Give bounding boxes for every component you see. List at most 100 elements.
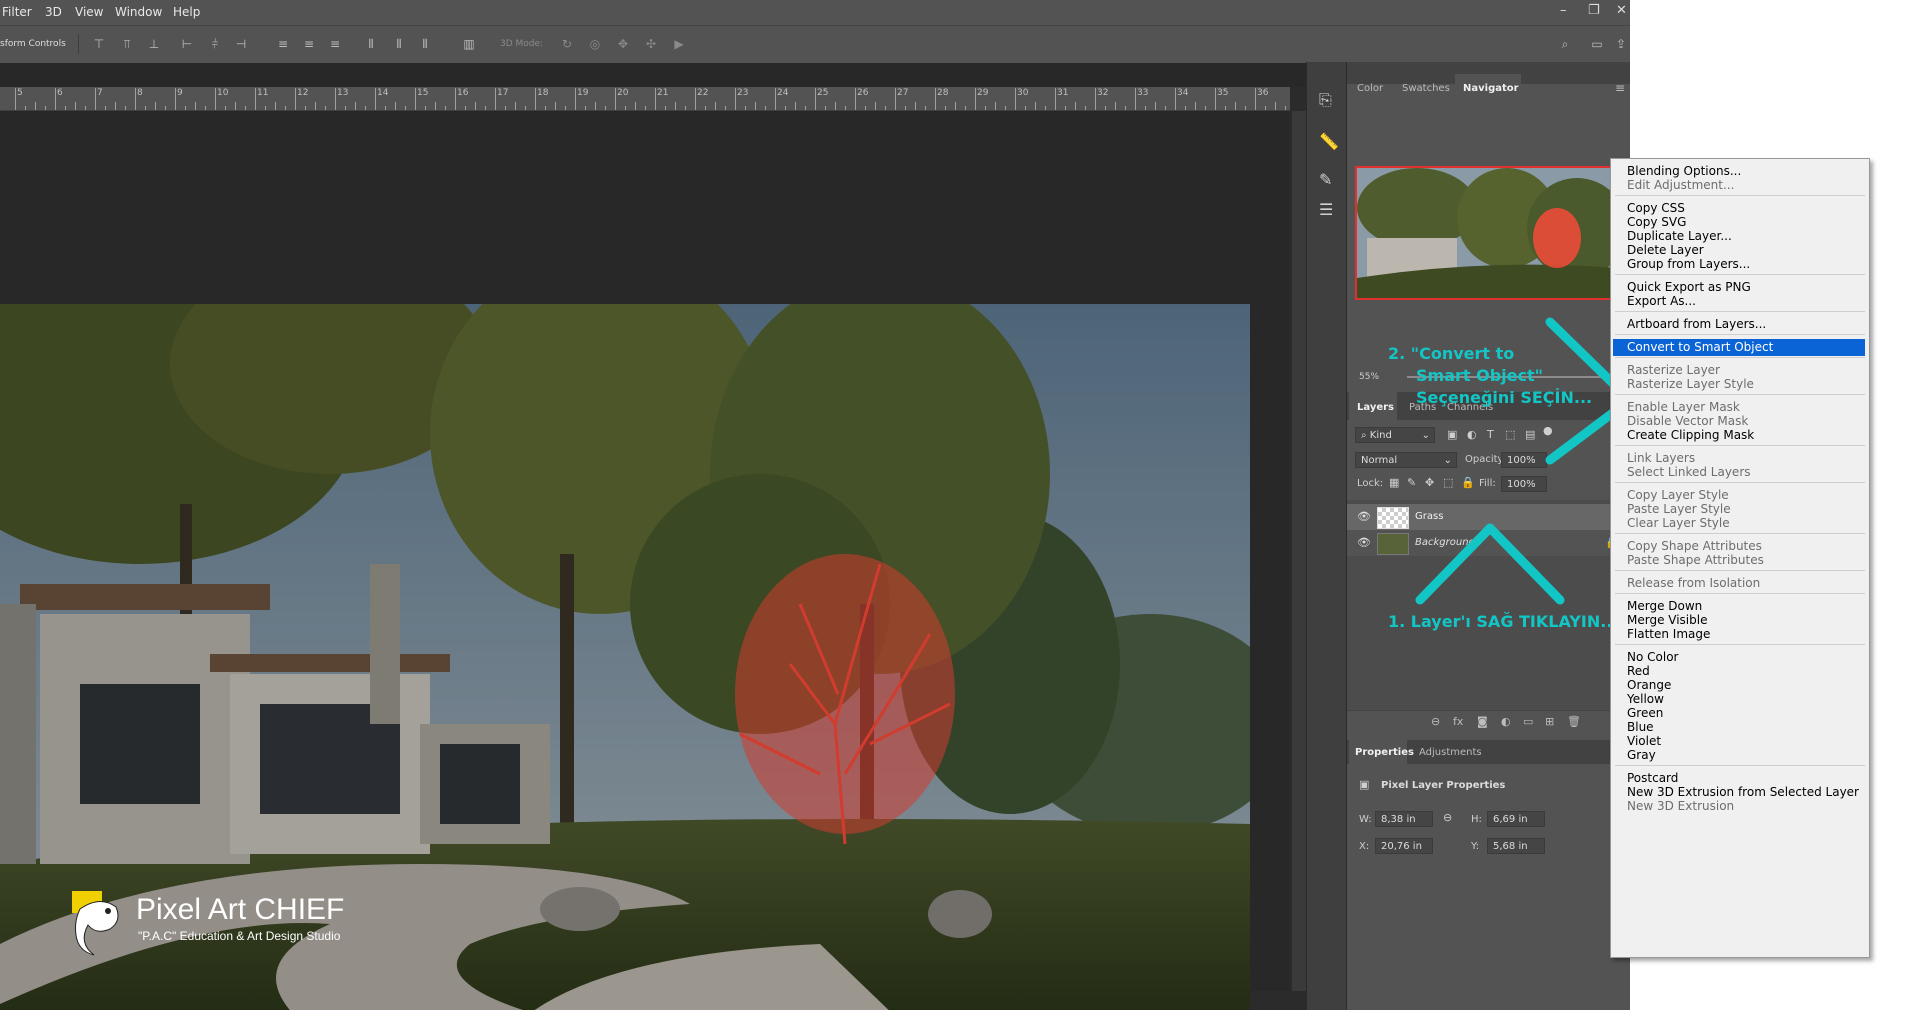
3d-roll-icon[interactable]: ◎ [588,37,602,51]
menu-filter[interactable]: Filter [2,5,32,19]
link-layers-icon[interactable]: ⊖ [1431,715,1440,728]
align-top-icon[interactable]: ⊤ [92,37,106,51]
menu-separator [1615,482,1865,483]
link-dimensions-icon[interactable]: ⊖ [1443,811,1452,824]
menu-item-gray[interactable]: Gray [1627,748,1656,762]
menu-item-artboard-from-layers[interactable]: Artboard from Layers... [1627,317,1766,331]
ruler-tick-label: 11 [257,88,269,98]
menu-item-create-clipping-mask[interactable]: Create Clipping Mask [1627,428,1754,442]
menu-item-no-color[interactable]: No Color [1627,650,1678,664]
menu-item-flatten-image[interactable]: Flatten Image [1627,627,1710,641]
3d-pan-icon[interactable]: ✥ [616,37,630,51]
canvas-area[interactable]: Pixel Art CHIEF "P.A.C" Education & Art … [0,111,1290,1010]
add-mask-icon[interactable]: ◙ [1477,715,1488,728]
menu-item-rasterize-layer: Rasterize Layer [1627,363,1720,377]
delete-layer-icon[interactable]: 🗑 [1567,715,1581,728]
menu-item-duplicate-layer[interactable]: Duplicate Layer... [1627,229,1732,243]
menu-item-delete-layer[interactable]: Delete Layer [1627,243,1704,257]
tab-navigator[interactable]: Navigator [1463,83,1519,94]
align-hcenter-icon[interactable]: ⫩ [208,37,222,51]
menu-item-paste-shape-attributes: Paste Shape Attributes [1627,553,1764,567]
w-value: 8,38 in [1381,814,1416,825]
menu-item-postcard[interactable]: Postcard [1627,771,1678,785]
menu-item-new-3d-extrusion-from-selected-layer[interactable]: New 3D Extrusion from Selected Layer [1627,785,1859,799]
3d-slide-icon[interactable]: ✣ [644,37,658,51]
navigator-zoom-value[interactable]: 55% [1359,372,1379,382]
transform-controls-label[interactable]: sform Controls [0,39,66,49]
distribute-bottom-icon[interactable]: ≡ [328,37,342,51]
ruler-minor-tick [1155,102,1156,110]
close-button[interactable]: ✕ [1616,3,1627,18]
restore-button[interactable]: ❐ [1588,3,1600,18]
align-right-icon[interactable]: ⊣ [234,37,248,51]
visibility-eye-icon[interactable]: 👁 [1357,536,1371,549]
menu-item-blue[interactable]: Blue [1627,720,1654,734]
menu-separator [1615,195,1865,196]
panel-menu-icon[interactable]: ≡ [1615,81,1625,95]
menu-item-yellow[interactable]: Yellow [1627,692,1664,706]
w-field[interactable]: 8,38 in [1375,811,1433,827]
menu-item-copy-css[interactable]: Copy CSS [1627,201,1685,215]
workspace-icon[interactable]: ▭ [1590,37,1604,51]
ruler-tool-icon[interactable]: 📏 [1319,132,1339,151]
new-adjustment-icon[interactable]: ◐ [1501,715,1511,728]
menu-item-blending-options[interactable]: Blending Options... [1627,164,1741,178]
ruler-minor-tick [1005,106,1006,110]
auto-align-icon[interactable]: ▥ [462,37,476,51]
menu-view[interactable]: View [75,5,103,19]
adjustments-sliders-icon[interactable]: ☰ [1319,200,1333,219]
distribute-right-icon[interactable]: ⫴ [418,37,432,51]
align-bottom-icon[interactable]: ⊥ [147,37,161,51]
tab-swatches[interactable]: Swatches [1402,83,1450,94]
distribute-top-icon[interactable]: ≡ [276,37,290,51]
tab-properties[interactable]: Properties [1355,747,1414,758]
menu-item-export-as[interactable]: Export As... [1627,294,1696,308]
menu-item-convert-to-smart-object[interactable]: Convert to Smart Object [1627,340,1773,354]
menu-window[interactable]: Window [115,5,162,19]
ruler-minor-tick [105,106,106,110]
menu-3d[interactable]: 3D [45,5,62,19]
x-field[interactable]: 20,76 in [1375,838,1433,854]
minimize-button[interactable]: – [1560,3,1567,18]
tab-color[interactable]: Color [1357,83,1383,94]
menu-item-quick-export-as-png[interactable]: Quick Export as PNG [1627,280,1751,294]
ruler-minor-tick [845,106,846,110]
menu-item-merge-down[interactable]: Merge Down [1627,599,1702,613]
menu-item-green[interactable]: Green [1627,706,1663,720]
arrow-up-shape [1415,523,1565,605]
distribute-left-icon[interactable]: ⫴ [364,37,378,51]
history-icon[interactable]: ⎘ [1319,90,1332,110]
brush-settings-icon[interactable]: ✎ [1319,170,1332,189]
ruler-tick-label: 19 [577,88,589,98]
menu-item-merge-visible[interactable]: Merge Visible [1627,613,1707,627]
new-group-icon[interactable]: ▭ [1523,715,1533,728]
menu-item-copy-svg[interactable]: Copy SVG [1627,215,1686,229]
menu-help[interactable]: Help [173,5,200,19]
3d-rotate-icon[interactable]: ↻ [560,37,574,51]
ruler-tick [255,88,256,110]
share-icon[interactable]: ⇪ [1614,37,1628,51]
menu-item-violet[interactable]: Violet [1627,734,1661,748]
ruler-tick [1255,88,1256,110]
menu-item-red[interactable]: Red [1627,664,1650,678]
fx-icon[interactable]: fx [1453,715,1463,728]
h-field[interactable]: 6,69 in [1487,811,1545,827]
search-icon[interactable]: ⌕ [1558,37,1572,51]
ruler-tick [295,88,296,110]
navigator-thumbnail[interactable] [1355,166,1619,300]
distribute-vcenter-icon[interactable]: ≡ [302,37,316,51]
align-vcenter-icon[interactable]: ⫪ [120,37,134,51]
menu-bar: Filter 3D View Window Help – ❐ ✕ [0,0,1630,25]
menu-separator [1615,570,1865,571]
menu-item-group-from-layers[interactable]: Group from Layers... [1627,257,1750,271]
canvas-vertical-scrollbar[interactable] [1292,111,1306,991]
menu-item-orange[interactable]: Orange [1627,678,1671,692]
3d-scale-icon[interactable]: ▶ [672,37,686,51]
distribute-hcenter-icon[interactable]: ⫴ [392,37,406,51]
tab-adjustments[interactable]: Adjustments [1419,747,1482,758]
new-layer-icon[interactable]: ⊞ [1545,715,1554,728]
ruler-minor-tick [1185,106,1186,110]
visibility-eye-icon[interactable]: 👁 [1357,510,1371,523]
align-left-icon[interactable]: ⊢ [180,37,194,51]
y-field[interactable]: 5,68 in [1487,838,1545,854]
